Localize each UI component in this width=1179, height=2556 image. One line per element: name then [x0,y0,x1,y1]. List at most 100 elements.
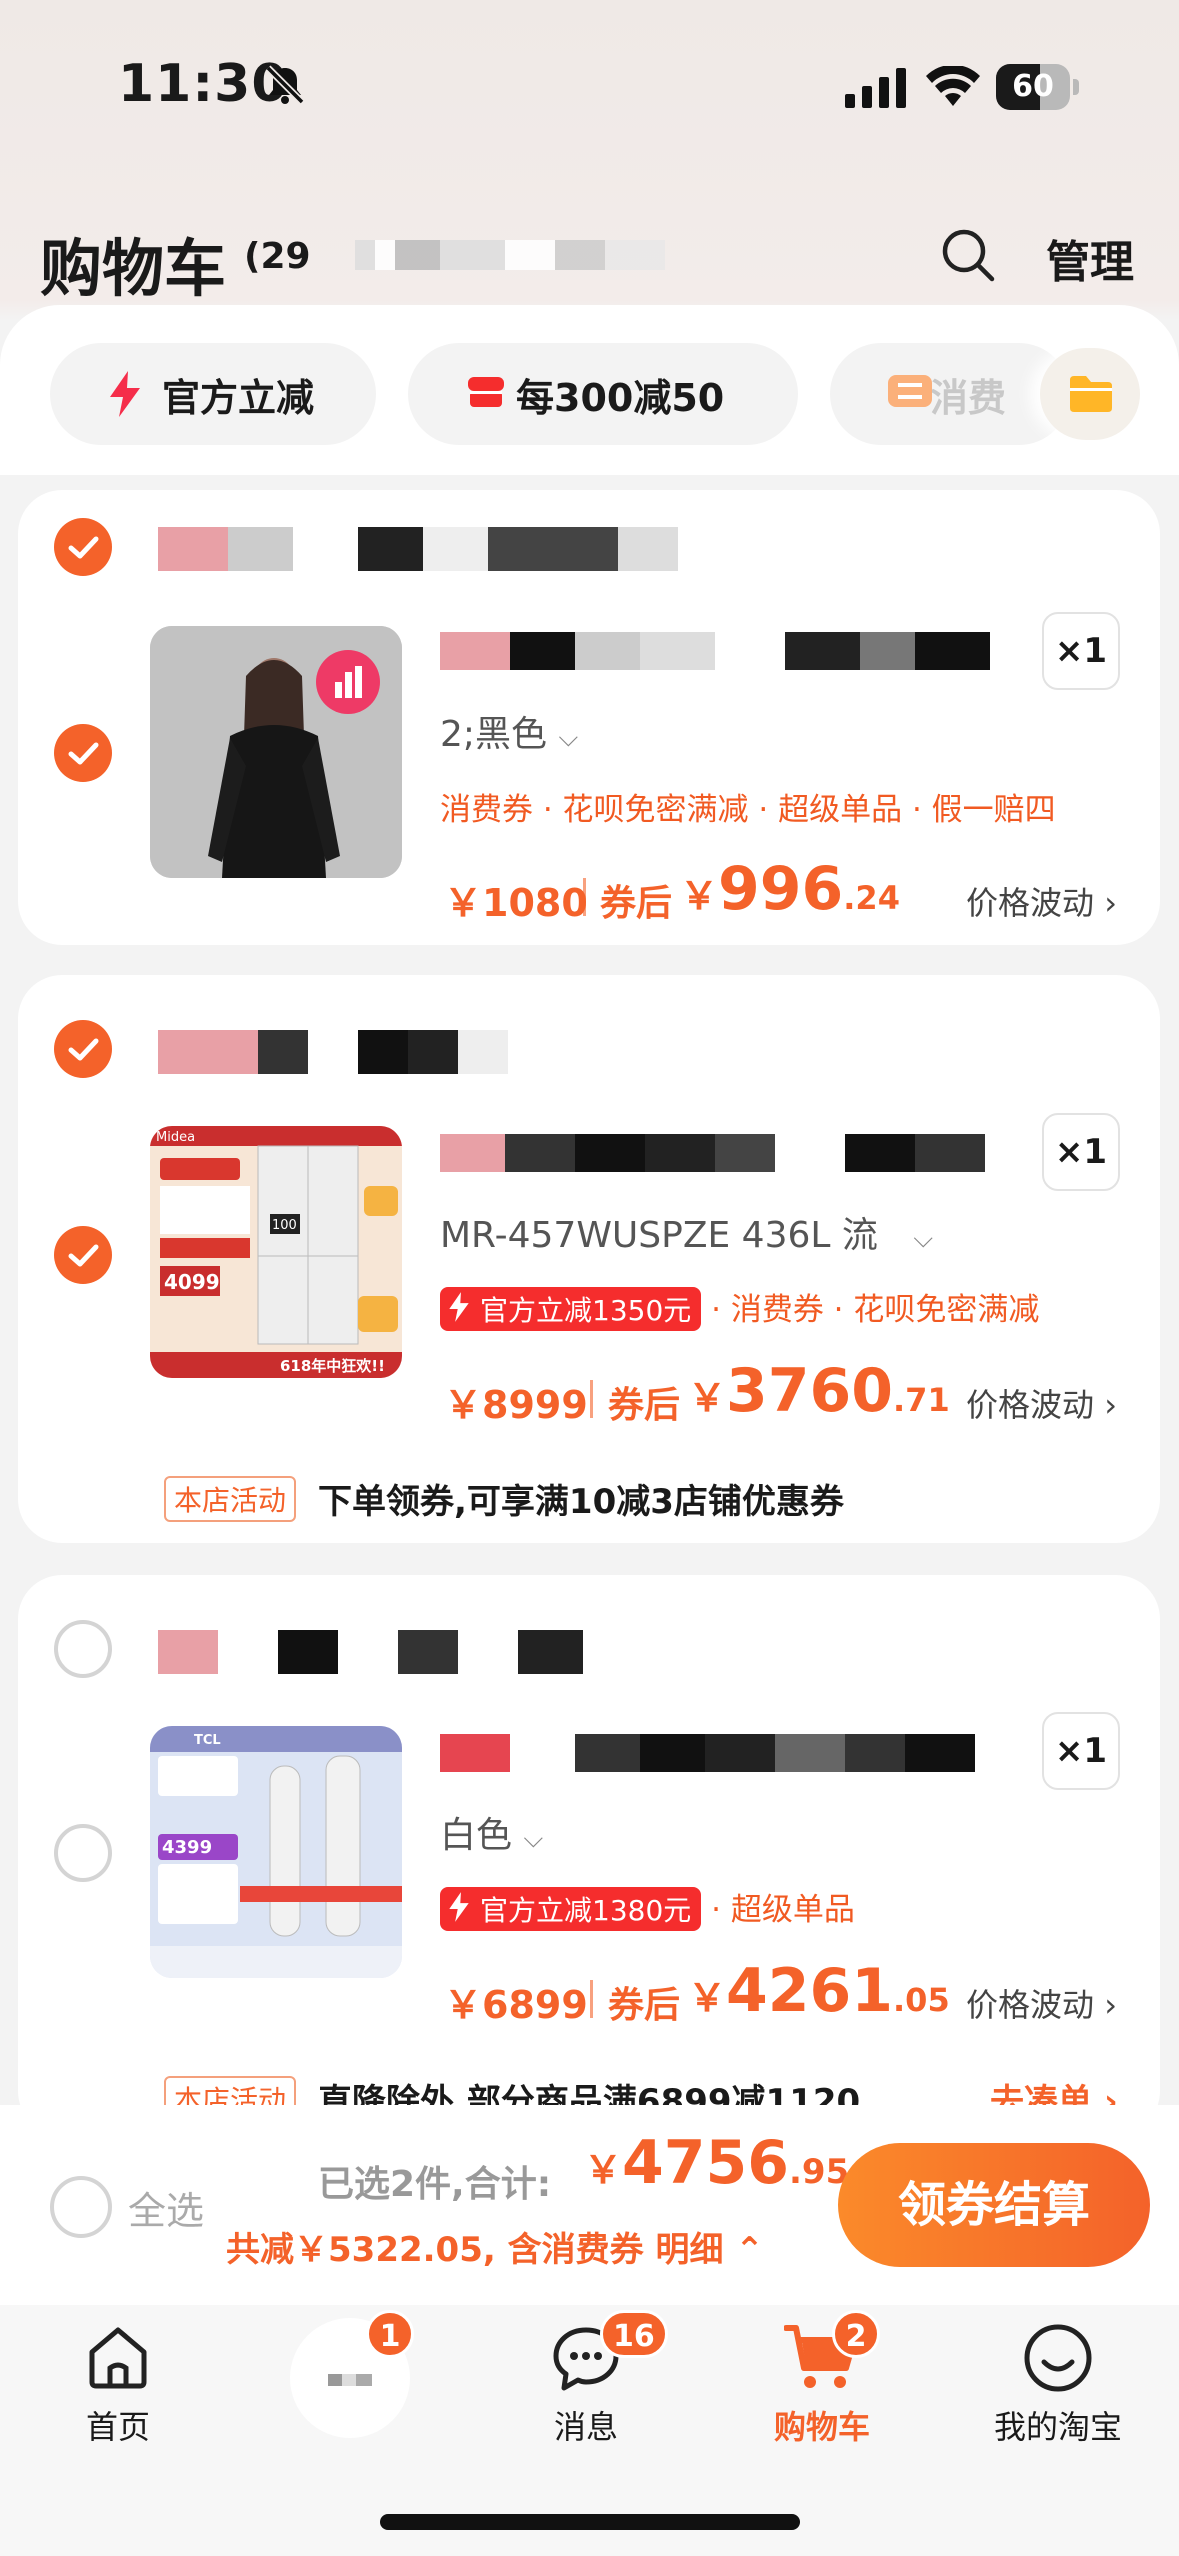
filter-chip-official-discount[interactable]: 官方立减 [50,343,376,445]
price-divider [590,1980,593,2018]
home-icon [89,2327,147,2389]
notification-badge: 16 [600,2310,668,2358]
home-indicator [380,2514,800,2530]
smile-icon [1024,2324,1092,2392]
final-price: ￥3760.71 [688,1356,950,1426]
price-divider [590,1380,593,1418]
item-checkbox[interactable] [54,724,112,782]
product-name-blurred[interactable] [440,632,990,670]
price-divider [583,878,586,916]
ad-price: 4099 [164,1270,220,1294]
manage-button[interactable]: 管理 [1046,226,1134,290]
store-checkbox[interactable] [54,1020,112,1078]
bell-off-icon [265,65,305,105]
quantity-button[interactable]: ×1 [1042,1113,1120,1191]
ad-footer: 618年中狂欢!! [280,1357,385,1375]
ad-price: 4399 [162,1837,212,1858]
item-checkbox[interactable] [54,1226,112,1284]
notification-badge: 2 [832,2310,880,2358]
chevron-right-icon: › [1104,1986,1117,2024]
battery-indicator: 60 [996,64,1079,110]
shop-activity-tag: 本店活动 [164,1476,297,1522]
variant-selector[interactable]: MR-457WUSPZE 436L 流 ⌵ [440,1206,933,1258]
lightning-icon [449,1892,469,1922]
chevron-down-icon: ⌵ [523,1824,544,1854]
quantity-button[interactable]: ×1 [1042,612,1120,690]
folder-button[interactable] [1040,348,1140,440]
page-title: 购物车 [40,232,227,305]
discount-detail-link[interactable]: 共减￥5322.05, 含消费券 明细 ⌃ [226,2222,764,2271]
cart-count: (29 [244,236,311,277]
chip-label: 官方立减 [162,375,315,420]
shop-icon [468,377,504,407]
promo-tags: 官方立减1380元 · 超级单品 [440,1884,855,1931]
chevron-right-icon: › [1104,884,1117,922]
ad-badge: 100 [272,1218,297,1233]
product-image-jacket[interactable] [150,626,402,878]
tab-messages[interactable]: 16 消息 [486,2310,686,2458]
original-price: ￥6899 [444,1983,588,2027]
tab-home[interactable]: 首页 [18,2318,218,2458]
lightning-icon [110,371,140,417]
original-price: ￥8999 [444,1383,588,1427]
tab-label: 我的淘宝 [993,2408,1122,2446]
official-discount-pill: 官方立减1380元 [440,1887,702,1931]
tab-label: 首页 [85,2408,150,2446]
final-price: ￥4261.05 [688,1956,950,2026]
store-checkbox[interactable] [54,1620,112,1678]
selected-summary: 已选2件,合计: [318,2164,552,2205]
item-checkbox[interactable] [54,1824,112,1882]
after-coupon-label: 券后 [608,1385,681,1426]
chip-label: 每300减50 [516,375,725,420]
chevron-right-icon: › [1104,1386,1117,1424]
notification-badge: 1 [366,2310,414,2358]
chevron-down-icon: ⌵ [558,723,579,753]
select-all-label[interactable]: 全选 [128,2180,204,2235]
original-price: ￥1080 [444,881,588,925]
final-price: ￥996.24 [680,854,900,924]
promo-tags: 官方立减1350元 · 消费券 · 花呗免密满减 [440,1284,1039,1331]
tab-label: 购物车 [773,2408,870,2446]
product-name-blurred[interactable] [440,1734,975,1772]
price-fluctuation-link[interactable]: 价格波动 › [966,1980,1117,2026]
price-fluctuation-link[interactable]: 价格波动 › [966,1380,1117,1426]
store-name-blurred [158,527,678,571]
ad-brand: TCL [194,1733,221,1748]
variant-selector[interactable]: 2;黑色 ⌵ [440,705,578,757]
tab-blurred[interactable]: 1 [250,2310,450,2458]
variant-selector[interactable]: 白色 ⌵ [440,1806,543,1858]
lightning-icon [449,1292,469,1322]
ad-brand: Midea [156,1130,195,1145]
variant-label: 2;黑色 [440,714,548,755]
variant-label: MR-457WUSPZE 436L 流 [440,1215,878,1256]
chevron-down-icon: ⌵ [913,1224,934,1254]
product-image-air-conditioner[interactable]: TCL 4399 [150,1726,402,1978]
promo-tags: 消费券 · 花呗免密满减 · 超级单品 · 假一赔四 [440,792,1056,828]
select-all-checkbox[interactable] [50,2176,112,2238]
filter-chip-300-minus-50[interactable]: 每300减50 [408,343,798,445]
battery-percent: 60 [1012,69,1054,104]
blurred-header-text [355,240,665,270]
search-icon[interactable] [938,225,998,285]
tab-cart[interactable]: 2 购物车 [722,2310,922,2458]
shop-activity-text: 下单领券,可享满10减3店铺优惠券 [318,1482,844,1522]
official-discount-pill: 官方立减1350元 [440,1287,702,1331]
quantity-button[interactable]: ×1 [1042,1712,1120,1790]
product-name-blurred[interactable] [440,1134,985,1172]
coupon-icon [888,375,932,407]
chip-label: 消费 [930,375,1007,420]
tab-label: 消息 [553,2408,618,2446]
filter-chip-coupon[interactable]: 消费 [830,343,1070,445]
after-coupon-label: 券后 [600,883,673,924]
price-fluctuation-link[interactable]: 价格波动 › [966,878,1117,924]
store-name-blurred [158,1030,508,1074]
tab-my-taobao[interactable]: 我的淘宝 [958,2318,1158,2458]
variant-label: 白色 [440,1815,513,1856]
wifi-icon [926,66,980,106]
signal-icon [845,68,906,108]
product-image-refrigerator[interactable]: Midea 4099 100 618年中狂欢!! [150,1126,402,1378]
checkout-button[interactable]: 领券结算 [838,2143,1150,2267]
store-checkbox[interactable] [54,518,112,576]
after-coupon-label: 券后 [608,1985,681,2026]
folder-icon [1070,376,1112,412]
